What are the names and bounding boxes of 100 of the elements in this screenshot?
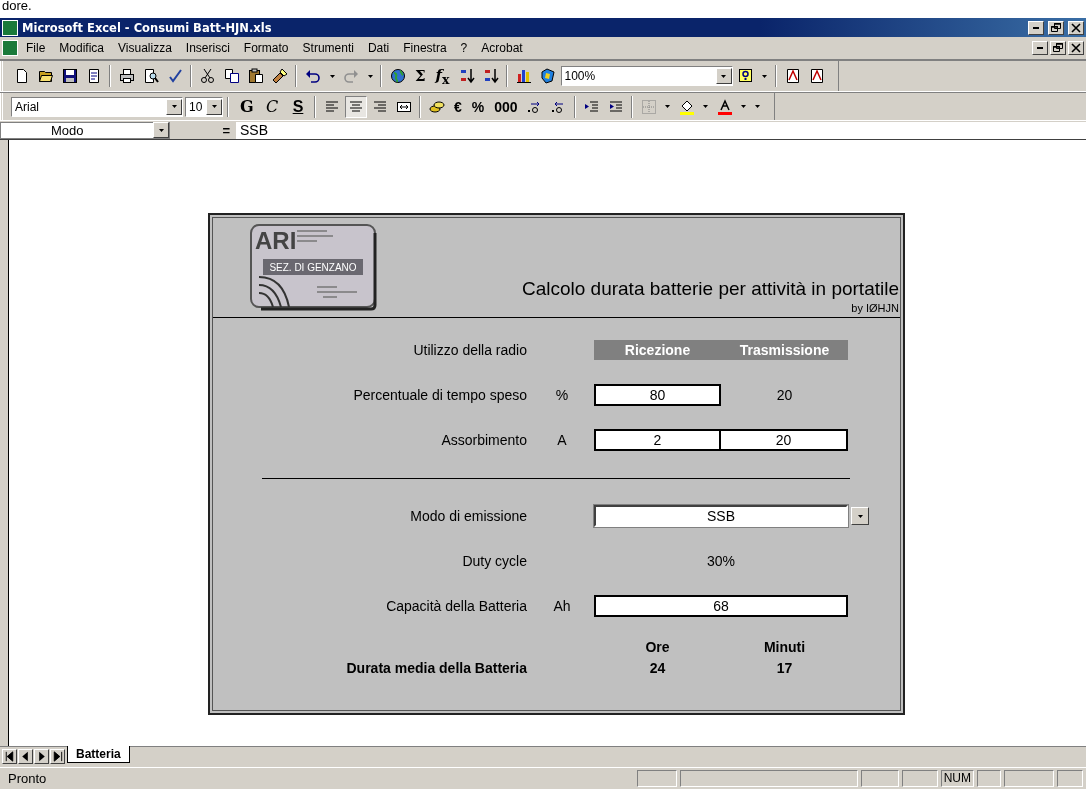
help-icon: [737, 68, 754, 84]
close-button[interactable]: [1068, 20, 1084, 35]
menu-item[interactable]: Dati: [361, 41, 396, 55]
form-title: Calcolo durata batterie per attività in portatile: [521, 278, 899, 300]
restore-icon: [1050, 21, 1062, 34]
value-text: 30%: [706, 553, 736, 569]
field-label: Assorbimento: [440, 431, 528, 450]
coins-icon: [429, 98, 445, 115]
field-label: Modo di emissione: [409, 507, 528, 526]
restore-button[interactable]: [1050, 41, 1066, 55]
brush-icon: [272, 68, 288, 84]
result-value: 24: [649, 660, 666, 676]
menu-item[interactable]: Finestra: [397, 41, 453, 55]
column-header: Ricezione: [594, 340, 721, 360]
close-icon: [1070, 42, 1082, 54]
status-panel: [1004, 770, 1054, 787]
caret-icon: [171, 105, 177, 108]
field-label: Capacità della Batteria: [385, 597, 528, 616]
minimize-icon: [1033, 26, 1039, 29]
new-document-icon: [14, 68, 30, 84]
print-preview-icon: [143, 68, 159, 84]
toolbar-dropdown[interactable]: 10: [185, 96, 223, 117]
equals-sign: =: [221, 122, 231, 138]
font-color-icon: [716, 98, 733, 115]
field-label: Percentuale di tempo speso: [352, 386, 528, 405]
field-label: Utilizzo della radio: [412, 341, 528, 360]
spreadsheet-app-icon: [2, 19, 18, 36]
globe-icon: [390, 68, 406, 84]
previous-sheet-button[interactable]: [18, 749, 33, 764]
unit-label: A: [556, 432, 568, 448]
toolbar-dropdown[interactable]: Arial: [11, 96, 183, 117]
align-left-icon: [324, 98, 340, 115]
field-label: Duty cycle: [461, 552, 528, 571]
status-indicator: NUM: [940, 770, 974, 787]
first-sheet-icon: [3, 750, 16, 763]
align-center-icon: [348, 98, 364, 115]
bold-button[interactable]: G: [234, 95, 258, 118]
caret-icon: [367, 74, 373, 78]
input-field[interactable]: 68: [594, 595, 848, 617]
caret-icon: [211, 105, 217, 108]
input-field[interactable]: 2: [594, 429, 721, 451]
next-sheet-button[interactable]: [34, 749, 49, 764]
caret-icon: [329, 74, 335, 78]
restore-icon: [1052, 42, 1064, 54]
menu-item[interactable]: Visualizza: [112, 41, 178, 55]
scissors-icon: [200, 68, 216, 84]
menu-item[interactable]: Modifica: [53, 41, 111, 55]
status-panel: [977, 770, 1001, 787]
unit-label: Ah: [552, 598, 572, 614]
dropdown-button[interactable]: [851, 507, 869, 525]
result-value: 17: [776, 660, 793, 676]
italic-button[interactable]: C: [260, 95, 284, 118]
sheet-tab[interactable]: Batteria: [67, 746, 130, 763]
printer-icon: [119, 68, 135, 84]
underline-button[interactable]: S: [286, 95, 310, 118]
last-sheet-button[interactable]: [50, 749, 65, 764]
align-center-button[interactable]: [345, 95, 367, 118]
sort-ascending-icon: [458, 68, 475, 84]
mode-dropdown[interactable]: SSB: [594, 505, 848, 527]
toolbar-button[interactable]: Σ: [411, 65, 430, 87]
undo-icon: [305, 68, 321, 84]
minimize-button[interactable]: [1028, 20, 1044, 35]
input-field[interactable]: 20: [719, 429, 848, 451]
status-panel: [1057, 770, 1083, 787]
menu-item[interactable]: Acrobat: [475, 41, 529, 55]
toolbar-button[interactable]: f$_{x}$: [431, 65, 454, 87]
restore-button[interactable]: [1048, 20, 1064, 35]
menu-item[interactable]: ?: [454, 41, 474, 55]
toolbar-button[interactable]: €: [450, 95, 466, 118]
toolbar-dropdown[interactable]: 100%: [560, 66, 733, 86]
status-text: Pronto: [8, 771, 48, 786]
page-text: dore.: [2, 0, 32, 12]
bar-chart-icon: [515, 68, 532, 84]
result-label: Durata media della Batteria: [345, 660, 528, 676]
redo-icon: [343, 68, 359, 84]
toolbar-button[interactable]: 000: [490, 95, 522, 118]
caret-icon: [665, 105, 671, 108]
value-text: 20: [775, 387, 794, 403]
borders-icon: [640, 98, 657, 115]
decrease-indent-icon: [583, 98, 600, 115]
name-box[interactable]: Modo: [0, 121, 170, 139]
minimize-icon: [1037, 47, 1043, 49]
unit-label: %: [554, 387, 570, 403]
result-heading: Ore: [645, 639, 670, 655]
caret-icon: [755, 105, 761, 108]
minimize-button[interactable]: [1032, 41, 1048, 55]
formula-field[interactable]: SSB: [236, 121, 1086, 139]
close-button[interactable]: [1068, 41, 1084, 55]
page-icon: [86, 68, 102, 84]
menu-item[interactable]: Strumenti: [296, 41, 360, 55]
author-text: by IØHJN: [851, 302, 899, 314]
menu-item[interactable]: Inserisci: [179, 41, 236, 55]
menu-item[interactable]: Formato: [237, 41, 295, 55]
pdf-document-icon: [784, 68, 801, 84]
first-sheet-button[interactable]: [2, 749, 17, 764]
menu-item[interactable]: File: [20, 41, 52, 55]
toolbar-button[interactable]: %: [467, 95, 489, 118]
input-field[interactable]: 80: [594, 384, 721, 406]
column-header: Trasmissione: [721, 340, 848, 360]
caret-icon: [703, 105, 709, 108]
